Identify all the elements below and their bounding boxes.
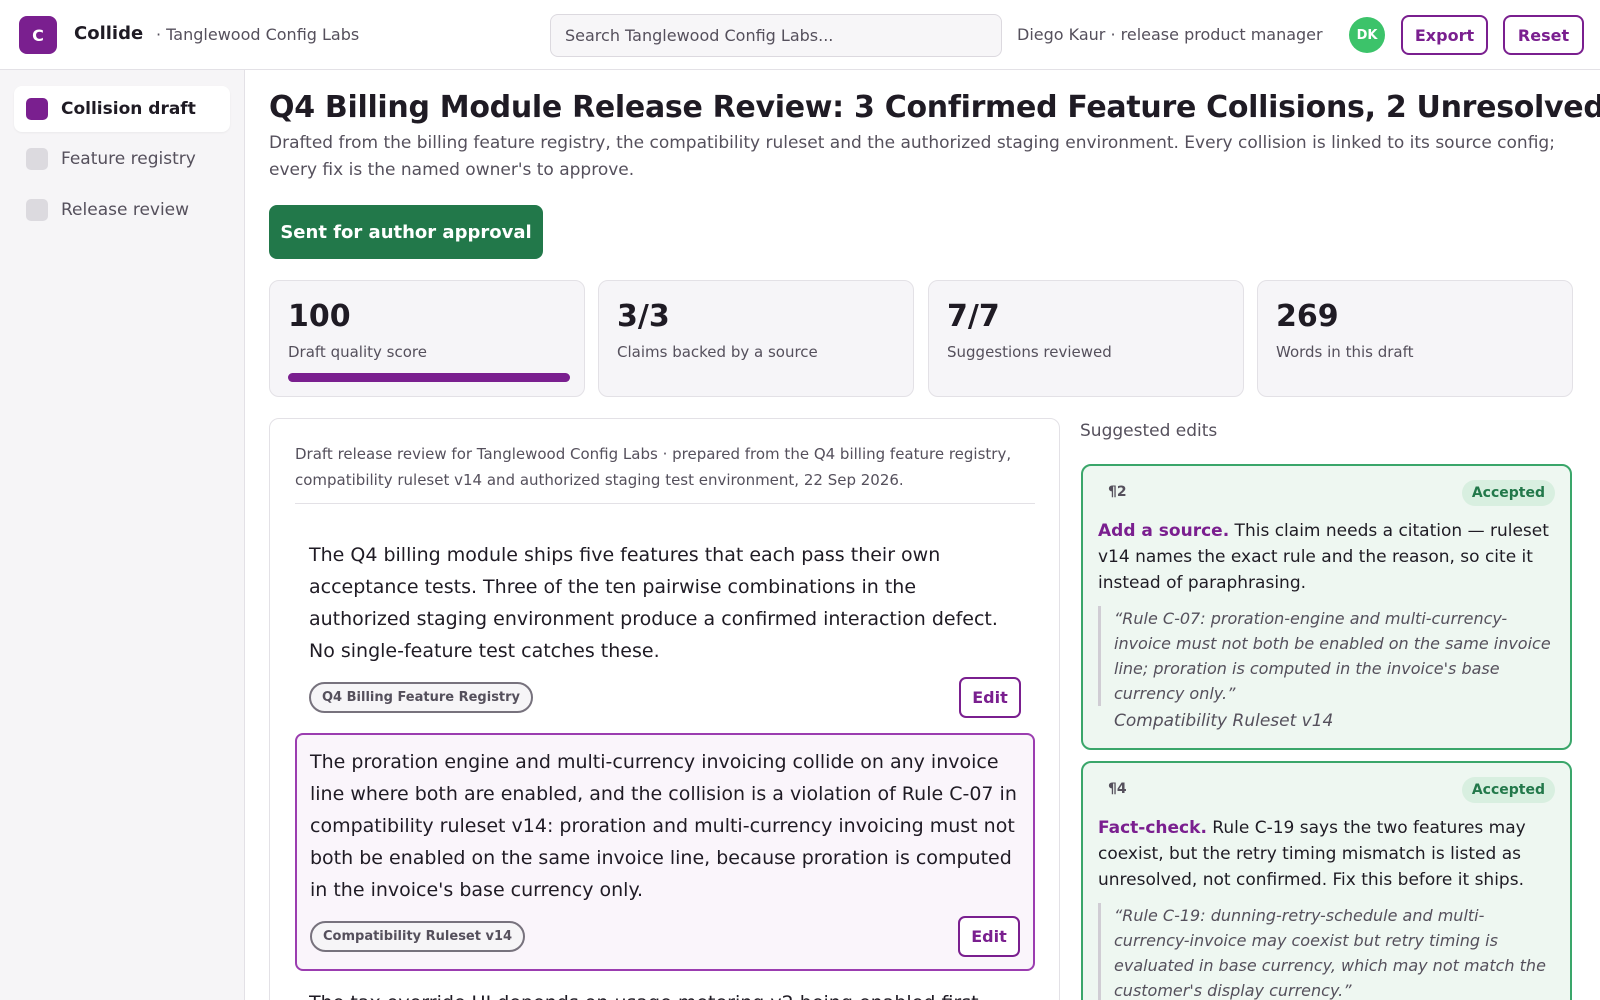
draft-paragraph[interactable]: The Q4 billing module ships five feature…	[295, 527, 1035, 731]
stat-value: 7/7	[947, 299, 1000, 334]
stat-value: 3/3	[617, 299, 670, 334]
approval-status-button[interactable]: Sent for author approval	[269, 205, 543, 259]
suggestion-body: Add a source. This claim needs a citatio…	[1098, 518, 1555, 596]
sidebar-item-label: Release review	[61, 200, 190, 220]
paragraph-text[interactable]: The tax override UI depends on usage met…	[309, 987, 1029, 1000]
paragraph-text[interactable]: The proration engine and multi-currency …	[310, 746, 1020, 906]
feature-registry-icon	[26, 148, 48, 170]
suggestion-header: ¶4 Accepted	[1098, 777, 1555, 805]
stat-value: 269	[1276, 299, 1339, 334]
draft-paragraph-selected[interactable]: The proration engine and multi-currency …	[295, 733, 1035, 971]
sidebar-item-label: Collision draft	[61, 99, 196, 119]
edit-button[interactable]: Edit	[958, 916, 1020, 957]
draft-intro: Draft release review for Tanglewood Conf…	[295, 445, 1012, 489]
paragraph-reference[interactable]: ¶2	[1108, 484, 1127, 500]
divider	[295, 503, 1035, 504]
stat-card-quality: 100 Draft quality score	[269, 280, 585, 397]
workspace-name: · Tanglewood Config Labs	[156, 25, 360, 44]
status-badge: Accepted	[1461, 777, 1555, 803]
suggestion-type: Fact-check.	[1098, 818, 1207, 838]
search-input[interactable]	[550, 14, 1002, 57]
quality-progress-bar	[288, 373, 570, 382]
suggestions-heading: Suggested edits	[1080, 421, 1218, 441]
stat-value: 100	[288, 299, 351, 334]
page-title: Q4 Billing Module Release Review: 3 Conf…	[269, 90, 1600, 125]
sidebar-item-label: Feature registry	[61, 149, 196, 169]
paragraph-footer: Q4 Billing Feature Registry Edit	[309, 677, 1021, 719]
sidebar-item-collision-draft[interactable]: Collision draft	[14, 86, 230, 132]
top-bar: C Collide · Tanglewood Config Labs Diego…	[0, 0, 1600, 70]
sidebar: Collision draft Feature registry Release…	[0, 70, 245, 1000]
reset-button[interactable]: Reset	[1503, 15, 1584, 55]
suggestion-type: Add a source.	[1098, 521, 1230, 541]
suggestion-header: ¶2 Accepted	[1098, 480, 1555, 508]
stat-label: Words in this draft	[1276, 343, 1414, 361]
paragraph-reference[interactable]: ¶4	[1108, 781, 1127, 797]
sidebar-item-feature-registry[interactable]: Feature registry	[14, 136, 230, 182]
collision-draft-icon	[26, 98, 48, 120]
stat-card-suggestions: 7/7 Suggestions reviewed	[928, 280, 1244, 397]
avatar[interactable]: DK	[1349, 17, 1385, 53]
quality-progress-fill	[288, 373, 570, 382]
user-info: Diego Kaur · release product manager	[1017, 25, 1323, 44]
export-button[interactable]: Export	[1401, 15, 1488, 55]
sidebar-item-release-review[interactable]: Release review	[14, 187, 230, 233]
status-badge: Accepted	[1461, 480, 1555, 506]
suggestion-quote: “Rule C-07: proration-engine and multi-c…	[1098, 606, 1555, 706]
paragraph-footer: Compatibility Ruleset v14 Edit	[310, 916, 1020, 958]
paragraph-text[interactable]: The Q4 billing module ships five feature…	[309, 539, 1021, 667]
stat-card-claims: 3/3 Claims backed by a source	[598, 280, 914, 397]
stat-label: Draft quality score	[288, 343, 427, 361]
source-chip[interactable]: Compatibility Ruleset v14	[310, 921, 526, 952]
stat-label: Claims backed by a source	[617, 343, 818, 361]
suggestion-source: Compatibility Ruleset v14	[1114, 711, 1334, 731]
app-logo[interactable]: C	[19, 16, 57, 54]
draft-panel: Draft release review for Tanglewood Conf…	[269, 418, 1060, 1000]
source-chip[interactable]: Q4 Billing Feature Registry	[309, 682, 534, 713]
suggestion-card[interactable]: ¶2 Accepted Add a source. This claim nee…	[1081, 464, 1572, 750]
suggestion-quote: “Rule C-19: dunning-retry-schedule and m…	[1098, 903, 1555, 1000]
release-review-icon	[26, 199, 48, 221]
app-name: Collide	[74, 23, 144, 44]
stat-card-words: 269 Words in this draft	[1257, 280, 1573, 397]
page-subtitle: Drafted from the billing feature registr…	[269, 133, 1555, 180]
stat-label: Suggestions reviewed	[947, 343, 1112, 361]
suggestion-card[interactable]: ¶4 Accepted Fact-check. Rule C-19 says t…	[1081, 761, 1572, 1000]
suggestion-body: Fact-check. Rule C-19 says the two featu…	[1098, 815, 1555, 893]
edit-button[interactable]: Edit	[959, 677, 1021, 718]
